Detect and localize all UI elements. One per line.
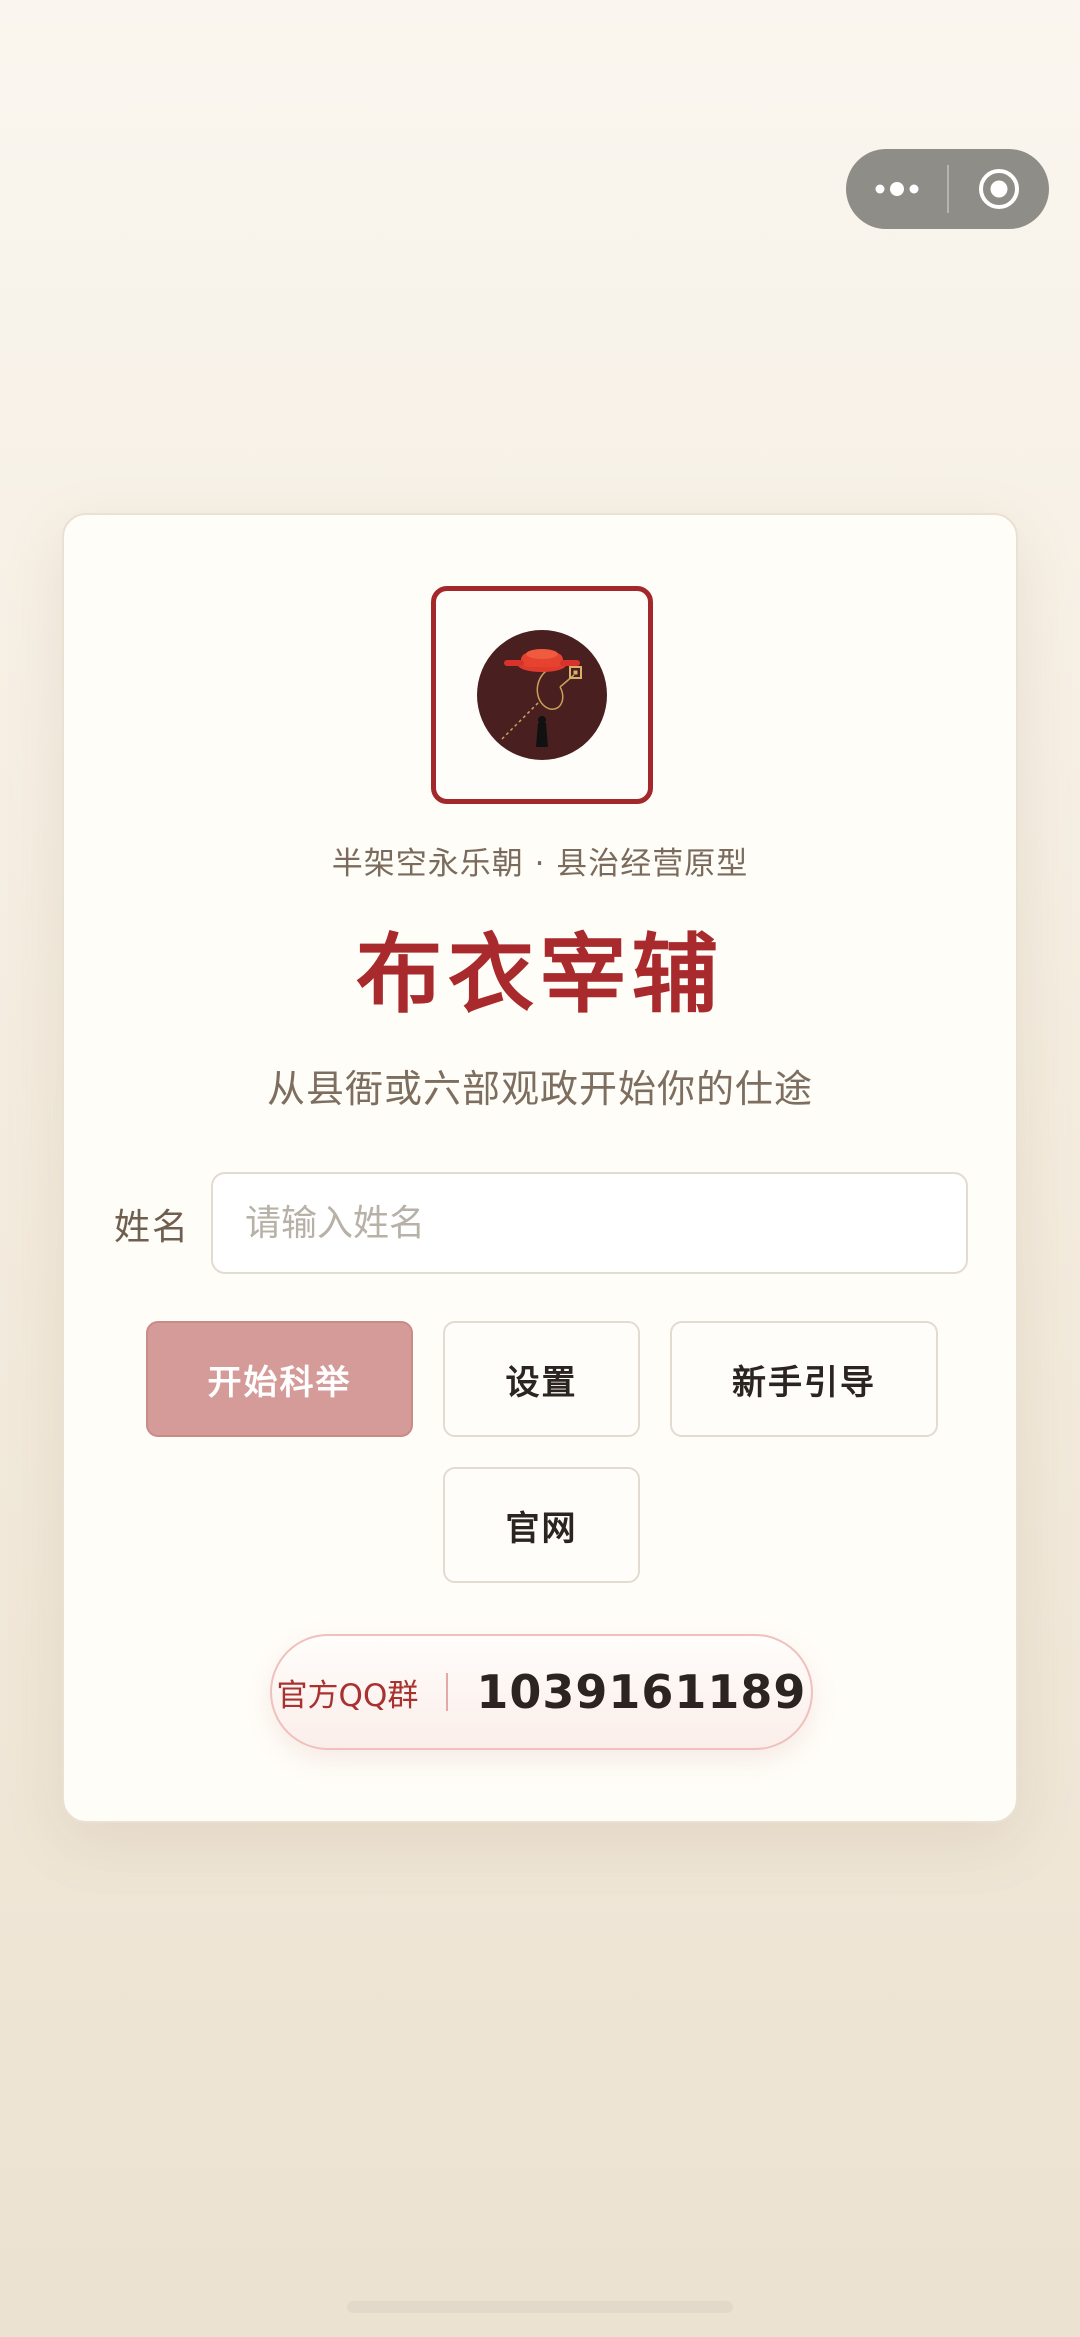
more-menu-button[interactable] [846, 149, 947, 229]
app-subtitle: 从县衙或六部观政开始你的仕途 [266, 1067, 813, 1111]
logo-frame [431, 586, 653, 804]
start-card: 半架空永乐朝 · 县治经营原型 布衣宰辅 从县衙或六部观政开始你的仕途 姓名 开… [62, 513, 1018, 1823]
close-miniprogram-button[interactable] [949, 149, 1049, 229]
qq-group-label: 官方QQ群 [276, 1677, 419, 1714]
tutorial-button[interactable]: 新手引导 [670, 1321, 938, 1437]
miniprogram-capsule [846, 149, 1049, 229]
qq-divider [446, 1673, 449, 1711]
name-input[interactable] [211, 1172, 968, 1274]
target-circle-icon [979, 169, 1019, 209]
official-website-button[interactable]: 官网 [443, 1467, 640, 1583]
more-dots-icon [875, 182, 918, 196]
qq-group-number: 1039161189 [476, 1665, 807, 1719]
start-exam-button[interactable]: 开始科举 [146, 1321, 413, 1437]
official-hat-emblem-icon [477, 630, 607, 760]
tagline: 半架空永乐朝 · 县治经营原型 [331, 846, 749, 882]
home-indicator [347, 2301, 733, 2313]
qq-group-pill[interactable]: 官方QQ群 1039161189 [270, 1634, 813, 1750]
app-title: 布衣宰辅 [356, 925, 724, 1025]
name-label: 姓名 [114, 1207, 191, 1248]
settings-button[interactable]: 设置 [443, 1321, 640, 1437]
